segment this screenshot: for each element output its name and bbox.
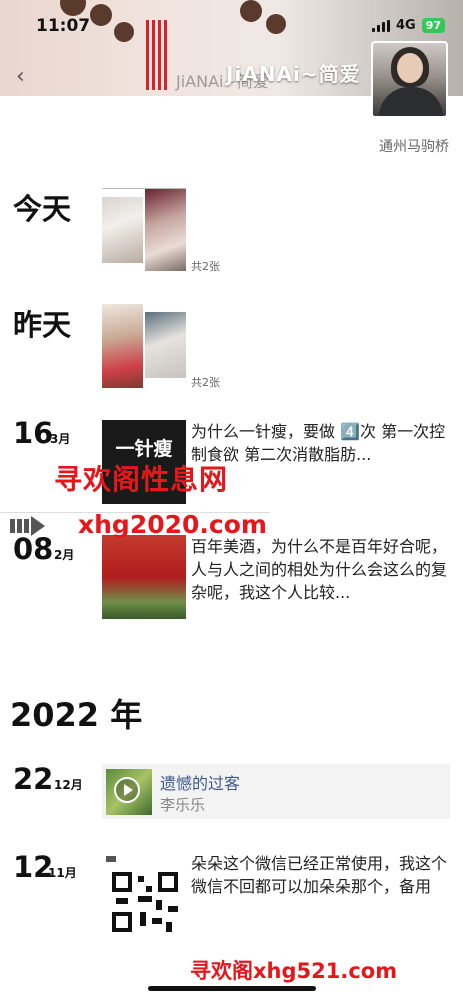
music-share-card[interactable]: 遗憾的过客 李乐乐 [102, 764, 450, 819]
date-label-today: 今天 [13, 192, 72, 226]
watermark-text: 寻欢阁xhg521.com [190, 959, 398, 983]
bead-decoration [266, 14, 286, 34]
post-text: 朵朵这个微信已经正常使用，我这个微信不回都可以加朵朵那个，备用 [191, 854, 448, 896]
photo-thumb[interactable] [145, 189, 186, 271]
photo-thumb[interactable] [102, 304, 143, 388]
bead-decoration [60, 0, 86, 16]
profile-location: 通州马驹桥 [379, 139, 449, 155]
watermark-text: 寻欢阁性息网 [54, 463, 229, 496]
status-time: 11:07 [36, 16, 91, 36]
year-heading: 2022 年 [10, 696, 143, 734]
photo-count: 共2张 [191, 260, 220, 273]
battery-icon: 97 [421, 18, 445, 33]
post-day: 22 [13, 762, 54, 796]
song-title: 遗憾的过客 [160, 774, 241, 793]
qr-code-image[interactable] [102, 852, 186, 936]
post-month: 11月 [48, 866, 77, 880]
back-button[interactable]: ‹ [16, 64, 25, 89]
chevron-left-icon: ‹ [16, 64, 25, 89]
bead-decoration [240, 0, 262, 22]
signal-icon [371, 19, 390, 32]
watermark-text: xhg2020.com [78, 510, 267, 539]
tassel-decoration [146, 20, 149, 90]
tassel-decoration [152, 20, 155, 90]
thumbnail-title: 一针瘦 [115, 438, 173, 460]
home-indicator[interactable] [148, 986, 316, 991]
network-label: 4G [395, 18, 416, 33]
song-artist: 李乐乐 [160, 796, 206, 814]
post-month: 2月 [54, 548, 75, 562]
post-thumbnail[interactable] [102, 535, 186, 619]
play-icon[interactable] [114, 777, 140, 803]
status-indicators: 4G 97 [371, 18, 445, 33]
photo-thumb[interactable] [145, 312, 186, 378]
photo-thumb[interactable] [102, 197, 143, 263]
avatar[interactable] [371, 41, 448, 118]
photo-grid[interactable] [102, 304, 186, 388]
post-month: 12月 [54, 778, 83, 792]
post-text: 为什么一针瘦，要做 4️⃣次 第一次控制食欲 第二次消散脂肪... [191, 422, 446, 464]
post-month: 3月 [50, 432, 71, 446]
post-day: 16 [13, 416, 54, 450]
post-day: 08 [13, 532, 54, 566]
post-text: 百年美酒，为什么不是百年好合呢，人与人之间的相处为什么会这么的复杂呢，我这个人比… [191, 537, 448, 602]
photo-grid[interactable] [102, 188, 186, 272]
profile-nickname: JiANAi~简爱 [226, 62, 361, 86]
date-label-yesterday: 昨天 [13, 308, 72, 342]
photo-count: 共2张 [191, 376, 220, 389]
tassel-decoration [164, 20, 167, 90]
tassel-decoration [158, 20, 161, 90]
bead-decoration [114, 22, 134, 42]
bead-decoration [90, 4, 112, 26]
